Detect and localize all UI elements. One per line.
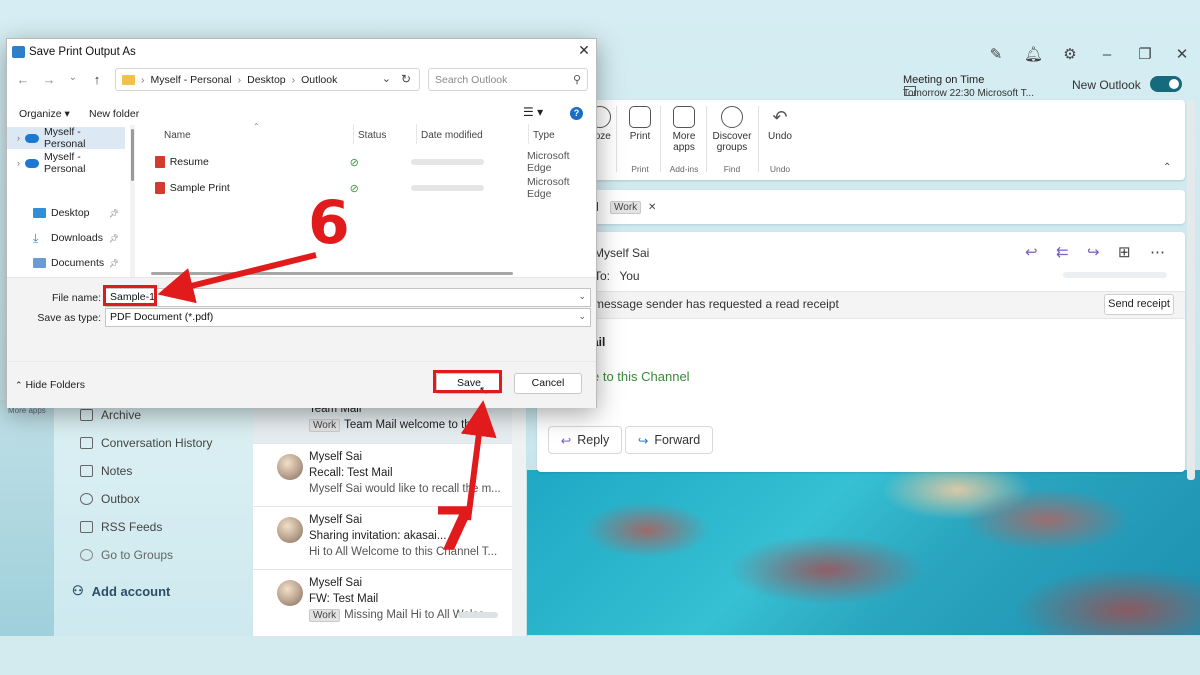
annotation-arrows: [157, 252, 497, 521]
arrow-to-save-button: [460, 400, 497, 521]
arrow-to-file-name: [157, 252, 317, 304]
